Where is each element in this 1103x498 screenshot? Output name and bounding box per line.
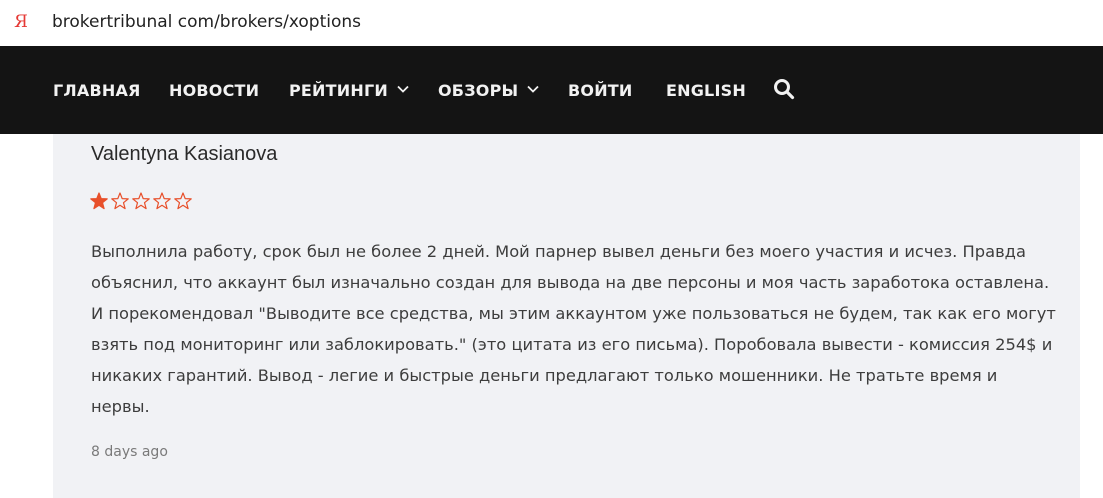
address-url[interactable]: brokertribunal com/brokers/xoptions xyxy=(52,11,361,33)
search-icon[interactable] xyxy=(773,78,795,100)
nav-item-label: ВОЙТИ xyxy=(568,80,633,100)
nav-item-news[interactable]: НОВОСТИ xyxy=(169,46,259,134)
nav-item-login[interactable]: ВОЙТИ xyxy=(568,46,633,134)
chevron-down-icon xyxy=(527,85,539,93)
review-author: Valentyna Kasianova xyxy=(91,143,278,165)
star-empty-icon xyxy=(132,192,150,210)
nav-item-english[interactable]: ENGLISH xyxy=(666,46,746,134)
review-time: 8 days ago xyxy=(91,444,168,460)
star-empty-icon xyxy=(111,192,129,210)
browser-address-bar: Я brokertribunal com/brokers/xoptions xyxy=(0,0,1103,46)
star-rating xyxy=(90,192,192,210)
nav-item-label: ENGLISH xyxy=(666,80,746,100)
nav-item-label: ОБЗОРЫ xyxy=(438,80,519,100)
star-empty-icon xyxy=(153,192,171,210)
chevron-down-icon xyxy=(397,85,409,93)
review-text: Выполнила работу, срок был не более 2 дн… xyxy=(91,242,1056,416)
star-filled-icon xyxy=(90,192,108,210)
star-empty-icon xyxy=(174,192,192,210)
nav-item-label: НОВОСТИ xyxy=(169,80,260,100)
nav-item-reviews[interactable]: ОБЗОРЫ xyxy=(438,46,539,134)
yandex-icon: Я xyxy=(14,12,28,32)
nav-item-label: ГЛАВНАЯ xyxy=(53,80,141,100)
nav-item-label: РЕЙТИНГИ xyxy=(289,80,388,100)
main-navigation: ГЛАВНАЯ НОВОСТИ РЕЙТИНГИ ОБЗОРЫ ВОЙТИ EN… xyxy=(0,46,1103,134)
nav-item-home[interactable]: ГЛАВНАЯ xyxy=(53,46,141,134)
nav-item-ratings[interactable]: РЕЙТИНГИ xyxy=(289,46,409,134)
